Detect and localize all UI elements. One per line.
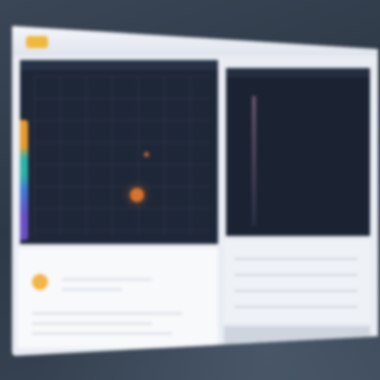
pane-toolbar bbox=[226, 68, 370, 77]
table-row bbox=[234, 290, 358, 292]
text-line bbox=[62, 288, 122, 291]
data-point bbox=[144, 152, 149, 157]
data-table-panel bbox=[224, 240, 370, 324]
secondary-view-pane[interactable] bbox=[226, 68, 370, 236]
table-row bbox=[234, 306, 358, 308]
pane-toolbar bbox=[20, 60, 218, 70]
highlighted-data-point[interactable] bbox=[130, 188, 144, 202]
status-dot-icon bbox=[32, 274, 48, 290]
close-button[interactable] bbox=[354, 42, 362, 46]
table-row bbox=[234, 274, 358, 276]
minimize-button[interactable] bbox=[340, 42, 348, 46]
color-legend-strip bbox=[20, 120, 28, 240]
title-bar bbox=[12, 26, 378, 56]
table-row bbox=[234, 258, 358, 260]
text-line bbox=[32, 322, 152, 325]
chart-grid bbox=[34, 76, 210, 236]
app-logo-icon bbox=[26, 36, 48, 48]
text-line bbox=[32, 312, 182, 315]
screenshot-scene bbox=[0, 0, 380, 380]
app-window bbox=[12, 26, 378, 356]
signal-trace bbox=[252, 96, 256, 226]
text-line bbox=[32, 332, 172, 335]
main-editor-pane[interactable] bbox=[20, 60, 218, 244]
text-line bbox=[62, 278, 152, 281]
details-card bbox=[18, 248, 218, 348]
status-bar bbox=[224, 326, 370, 344]
